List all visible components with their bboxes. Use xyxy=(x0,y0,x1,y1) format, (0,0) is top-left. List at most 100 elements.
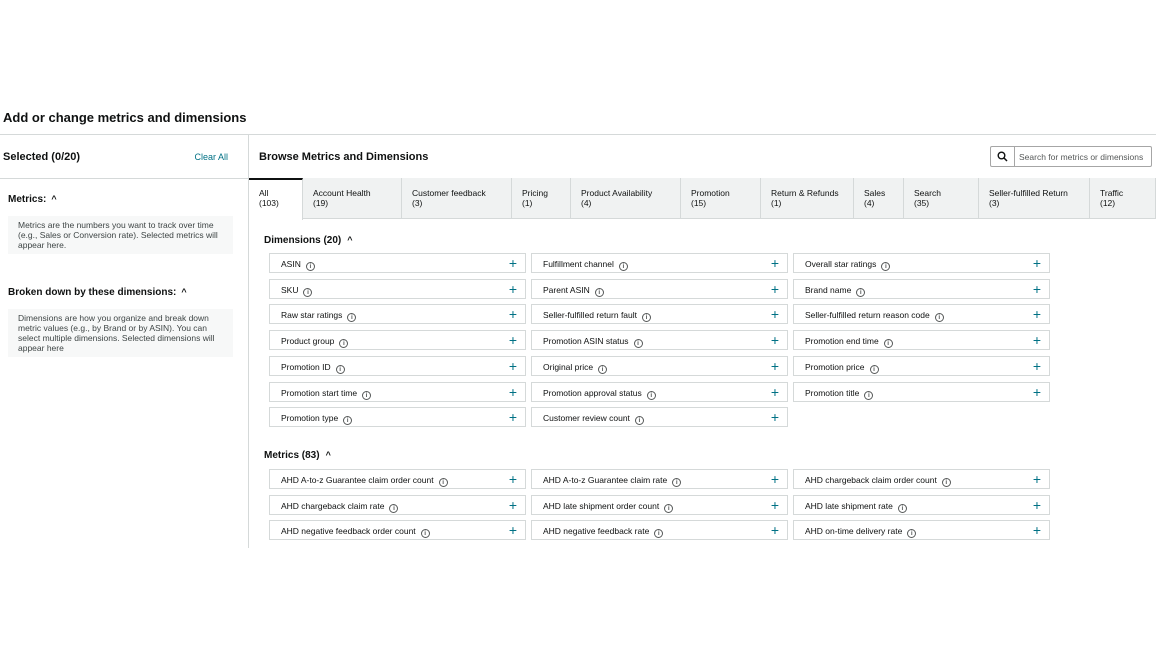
plus-icon[interactable]: + xyxy=(509,471,517,487)
dimension-item[interactable]: Promotion type i + xyxy=(269,407,526,428)
info-icon[interactable]: i xyxy=(856,287,866,297)
tab-promotion[interactable]: Promotion (15) xyxy=(681,178,761,219)
info-icon[interactable]: i xyxy=(618,262,628,271)
info-icon[interactable]: i xyxy=(864,390,874,400)
metric-item[interactable]: AHD late shipment order count i + xyxy=(531,494,788,515)
metric-item[interactable]: AHD A-to-z Guarantee claim rate i + xyxy=(531,469,788,489)
dimensions-group-toggle[interactable]: Dimensions (20) ^ xyxy=(264,235,353,246)
plus-icon[interactable]: + xyxy=(509,332,517,348)
tab-customer-feedback[interactable]: Customer feedback (3) xyxy=(402,178,512,219)
info-icon[interactable]: i xyxy=(941,478,951,487)
info-icon[interactable]: i xyxy=(883,339,893,349)
dimension-item[interactable]: Fulfillment channel i + xyxy=(531,253,788,273)
info-icon[interactable]: i xyxy=(438,478,448,487)
tab-sales[interactable]: Sales (4) xyxy=(854,178,904,219)
info-icon[interactable]: i xyxy=(869,364,879,374)
info-icon[interactable]: i xyxy=(634,416,644,426)
tab-account-health[interactable]: Account Health (19) xyxy=(303,178,402,219)
metric-item[interactable]: AHD A-to-z Guarantee claim order count i + xyxy=(269,469,526,489)
info-icon[interactable]: i xyxy=(642,313,652,323)
dimension-item[interactable]: Seller-fulfilled return reason code i + xyxy=(793,304,1050,325)
dimension-item[interactable]: Original price i + xyxy=(531,355,788,376)
dimension-item[interactable]: Brand name i + xyxy=(793,278,1050,299)
plus-icon[interactable]: + xyxy=(509,497,517,513)
dimension-item[interactable]: Promotion title i + xyxy=(793,381,1050,402)
dimension-item[interactable]: Promotion price i + xyxy=(793,355,1050,376)
info-icon[interactable]: i xyxy=(594,287,604,297)
info-icon[interactable]: i xyxy=(934,313,944,323)
dimension-item[interactable]: Seller-fulfilled return fault i + xyxy=(531,304,788,325)
tab-seller-fulfilled-return[interactable]: Seller-fulfilled Return (3) xyxy=(979,178,1090,219)
plus-icon[interactable]: + xyxy=(509,358,517,374)
info-icon[interactable]: i xyxy=(343,416,353,426)
dimension-item[interactable]: Overall star ratings i + xyxy=(793,253,1050,273)
plus-icon[interactable]: + xyxy=(509,409,517,425)
tab-product-availability[interactable]: Product Availability (4) xyxy=(571,178,681,219)
plus-icon[interactable]: + xyxy=(1033,255,1041,271)
dimension-item[interactable]: Product group i + xyxy=(269,330,526,351)
plus-icon[interactable]: + xyxy=(1033,384,1041,400)
metric-item[interactable]: AHD negative feedback rate i + xyxy=(531,520,788,541)
tab-all[interactable]: All (103) xyxy=(249,178,303,220)
plus-icon[interactable]: + xyxy=(771,384,779,400)
info-icon[interactable]: i xyxy=(305,262,315,271)
info-icon[interactable]: i xyxy=(897,503,907,513)
info-icon[interactable]: i xyxy=(598,364,608,374)
info-icon[interactable]: i xyxy=(881,262,891,271)
tab-traffic[interactable]: Traffic (12) xyxy=(1090,178,1156,219)
plus-icon[interactable]: + xyxy=(771,471,779,487)
info-icon[interactable]: i xyxy=(339,339,349,349)
metric-item[interactable]: AHD late shipment rate i + xyxy=(793,494,1050,515)
plus-icon[interactable]: + xyxy=(1033,306,1041,322)
plus-icon[interactable]: + xyxy=(1033,471,1041,487)
metric-item[interactable]: AHD negative feedback order count i + xyxy=(269,520,526,541)
plus-icon[interactable]: + xyxy=(771,281,779,297)
info-icon[interactable]: i xyxy=(420,529,430,539)
dimension-item[interactable]: Customer review count i + xyxy=(531,407,788,428)
plus-icon[interactable]: + xyxy=(509,306,517,322)
plus-icon[interactable]: + xyxy=(771,332,779,348)
dimension-item[interactable]: SKU i + xyxy=(269,278,526,299)
info-icon[interactable]: i xyxy=(654,529,664,539)
info-icon[interactable]: i xyxy=(672,478,682,487)
tab-pricing[interactable]: Pricing (1) xyxy=(512,178,571,219)
plus-icon[interactable]: + xyxy=(771,522,779,538)
plus-icon[interactable]: + xyxy=(509,281,517,297)
metric-item[interactable]: AHD on-time delivery rate i + xyxy=(793,520,1050,541)
metric-item[interactable]: AHD chargeback claim rate i + xyxy=(269,494,526,515)
plus-icon[interactable]: + xyxy=(509,384,517,400)
search-input[interactable] xyxy=(1015,147,1151,166)
plus-icon[interactable]: + xyxy=(1033,332,1041,348)
tab-return-refunds[interactable]: Return & Refunds (1) xyxy=(761,178,854,219)
plus-icon[interactable]: + xyxy=(1033,358,1041,374)
info-icon[interactable]: i xyxy=(362,390,372,400)
plus-icon[interactable]: + xyxy=(771,409,779,425)
info-icon[interactable]: i xyxy=(633,339,643,349)
dimension-item[interactable]: Parent ASIN i + xyxy=(531,278,788,299)
plus-icon[interactable]: + xyxy=(771,306,779,322)
plus-icon[interactable]: + xyxy=(1033,497,1041,513)
info-icon[interactable]: i xyxy=(907,529,917,539)
plus-icon[interactable]: + xyxy=(1033,281,1041,297)
info-icon[interactable]: i xyxy=(646,390,656,400)
metrics-group-toggle[interactable]: Metrics (83) ^ xyxy=(264,450,331,461)
info-icon[interactable]: i xyxy=(664,503,674,513)
plus-icon[interactable]: + xyxy=(1033,522,1041,538)
dimension-item[interactable]: Promotion start time i + xyxy=(269,381,526,402)
dimensions-section-toggle[interactable]: Broken down by these dimensions: ^ xyxy=(8,287,187,298)
metrics-section-toggle[interactable]: Metrics: ^ xyxy=(8,194,57,205)
info-icon[interactable]: i xyxy=(389,503,399,513)
plus-icon[interactable]: + xyxy=(771,358,779,374)
plus-icon[interactable]: + xyxy=(509,522,517,538)
info-icon[interactable]: i xyxy=(335,364,345,374)
plus-icon[interactable]: + xyxy=(509,255,517,271)
clear-all-link[interactable]: Clear All xyxy=(194,152,228,162)
plus-icon[interactable]: + xyxy=(771,497,779,513)
info-icon[interactable]: i xyxy=(303,287,313,297)
dimension-item[interactable]: Promotion approval status i + xyxy=(531,381,788,402)
dimension-item[interactable]: Raw star ratings i + xyxy=(269,304,526,325)
search-icon[interactable] xyxy=(991,147,1015,166)
dimension-item[interactable]: Promotion end time i + xyxy=(793,330,1050,351)
dimension-item[interactable]: ASIN i + xyxy=(269,253,526,273)
metric-item[interactable]: AHD chargeback claim order count i + xyxy=(793,469,1050,489)
